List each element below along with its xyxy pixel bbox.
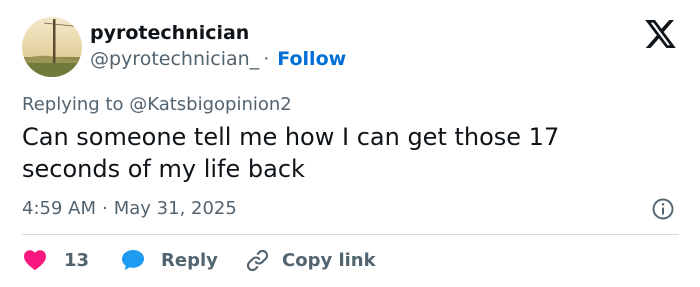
user-handle[interactable]: @pyrotechnician_: [90, 48, 259, 70]
like-button[interactable]: 13: [23, 246, 89, 274]
tweet-time: 4:59 AM: [22, 198, 96, 219]
tweet-timestamp[interactable]: 4:59 AM · May 31, 2025: [22, 198, 237, 219]
tweet-date: May 31, 2025: [113, 198, 237, 219]
avatar-image: [22, 17, 82, 77]
like-count: 13: [64, 249, 90, 271]
reply-label: Reply: [161, 249, 218, 271]
tweet-text: Can someone tell me how I can get those …: [22, 123, 560, 183]
heart-icon: [24, 250, 46, 271]
divider: [22, 234, 679, 235]
replying-to: Replying to @Katsbigopinion2: [22, 94, 292, 115]
copy-link-label: Copy link: [282, 249, 376, 271]
avatar[interactable]: [22, 17, 82, 77]
follow-button[interactable]: Follow: [277, 48, 346, 70]
speech-bubble-icon: [122, 250, 144, 270]
display-name[interactable]: pyrotechnician: [90, 22, 249, 44]
info-icon[interactable]: [651, 197, 675, 221]
copy-link-button[interactable]: Copy link: [245, 246, 376, 274]
separator-dot: ·: [263, 48, 270, 70]
x-logo-icon[interactable]: [645, 20, 676, 48]
separator-dot: ·: [102, 198, 108, 219]
link-icon: [246, 249, 269, 271]
reply-button[interactable]: Reply: [120, 246, 218, 274]
handle-row: @pyrotechnician_ · Follow: [90, 48, 346, 70]
